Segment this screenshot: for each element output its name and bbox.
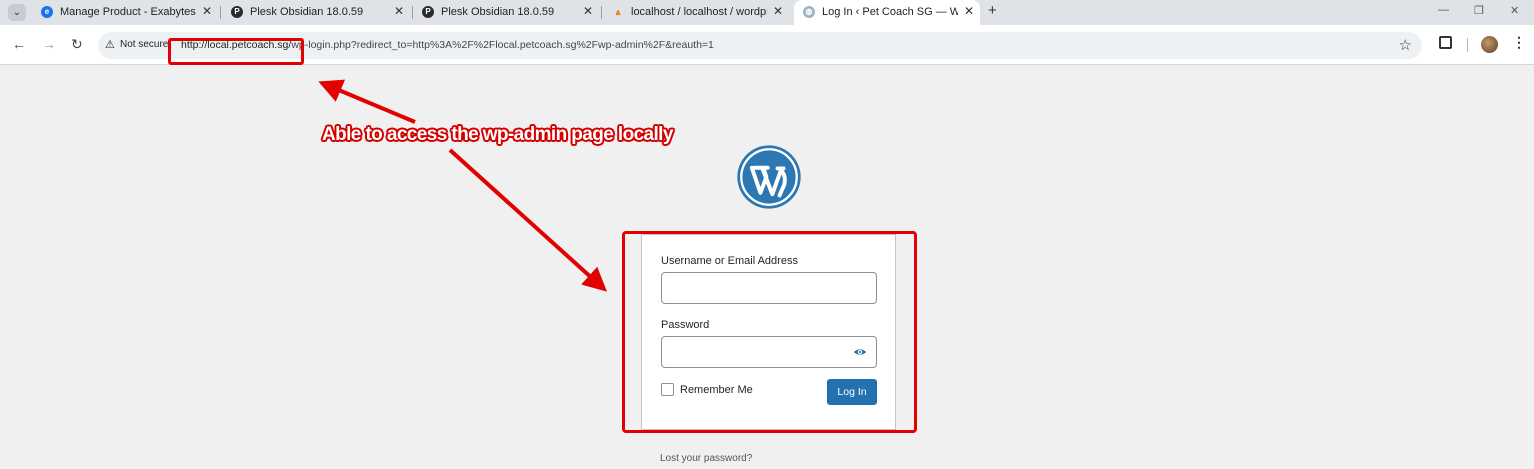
plesk-icon: P [422,6,434,18]
tab-strip: ⌄ e Manage Product - Exabytes Net ✕ P Pl… [0,0,1534,25]
annotation-callout-text: Able to access the wp-admin page locally [322,124,673,145]
exabytes-icon: e [41,6,53,18]
plesk-icon: P [231,6,243,18]
forward-arrow-icon[interactable]: → [42,36,56,52]
url-highlight-box [168,38,304,65]
tab-divider [220,6,221,19]
new-tab-plus-icon[interactable]: + [988,2,997,19]
minimize-icon[interactable]: — [1438,4,1449,16]
extensions-icon[interactable] [1439,36,1452,49]
back-arrow-icon[interactable]: ← [12,36,26,52]
tab-divider [601,6,602,19]
tab-title: Plesk Obsidian 18.0.59 [441,6,555,18]
tab-title: Plesk Obsidian 18.0.59 [250,6,364,18]
url-path: wp-login.php?redirect_to=http%3A%2F%2Flo… [291,39,714,51]
tab-wp-login[interactable]: ◍ Log In ‹ Pet Coach SG — Wordl ✕ [794,0,980,25]
warning-triangle-icon: ⚠ [105,39,115,51]
security-chip[interactable]: Not secure [120,39,168,50]
tab-plesk-2[interactable]: P Plesk Obsidian 18.0.59 ✕ [413,0,599,25]
close-icon[interactable]: ✕ [394,4,404,18]
tab-title: Manage Product - Exabytes Net [60,6,196,18]
tab-title: Log In ‹ Pet Coach SG — Wordl [822,6,958,18]
chevron-down-icon: ⌄ [12,7,22,18]
wordpress-logo-icon[interactable] [736,144,802,210]
profile-avatar[interactable] [1481,36,1498,53]
close-icon[interactable]: ✕ [773,4,783,18]
tab-phpmyadmin[interactable]: ⩓ localhost / localhost / wordpress ✕ [603,0,789,25]
toolbar-divider [1467,38,1468,52]
tab-title: localhost / localhost / wordpress [631,6,767,18]
bookmark-star-icon[interactable]: ☆ [1399,36,1412,54]
tab-plesk-1[interactable]: P Plesk Obsidian 18.0.59 ✕ [222,0,410,25]
globe-icon: ◍ [803,6,815,18]
close-icon[interactable]: ✕ [583,4,593,18]
login-form-highlight-box [622,231,917,433]
lost-password-link[interactable]: Lost your password? [660,453,752,464]
close-icon[interactable]: ✕ [964,4,974,18]
phpmyadmin-icon: ⩓ [615,7,621,17]
more-menu-icon[interactable]: ⋮ [1512,34,1526,51]
restore-icon[interactable]: ❐ [1474,4,1484,17]
tab-search-button[interactable]: ⌄ [8,4,26,21]
window-close-icon[interactable]: ✕ [1510,4,1519,17]
close-icon[interactable]: ✕ [202,4,212,18]
reload-icon[interactable]: ↻ [71,36,83,53]
tab-manage-product[interactable]: e Manage Product - Exabytes Net ✕ [32,0,218,25]
